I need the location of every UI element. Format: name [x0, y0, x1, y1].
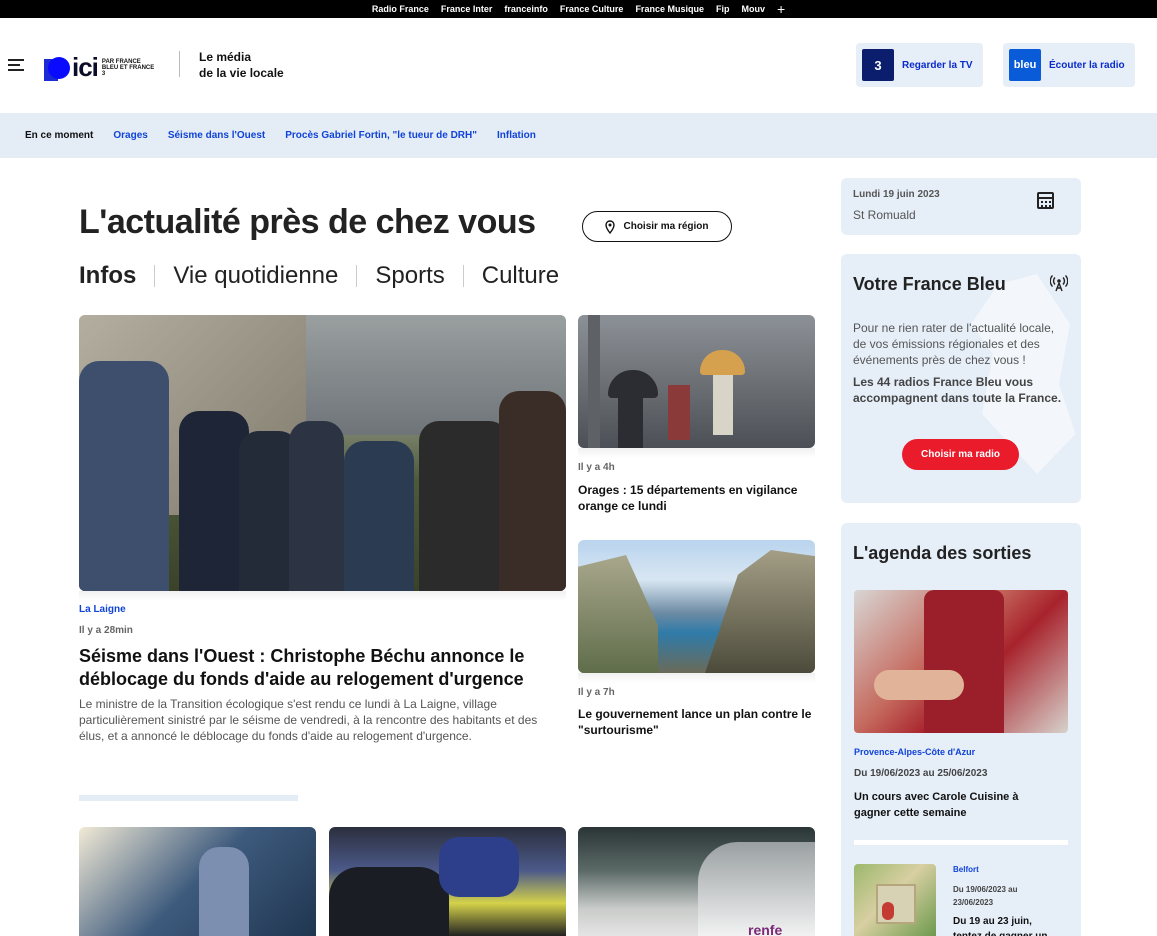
agenda-item-1-image[interactable]: [854, 590, 1068, 733]
page-title: L'actualité près de chez vous: [79, 203, 536, 241]
agenda-item-1-title[interactable]: Un cours avec Carole Cuisine à gagner ce…: [854, 789, 1054, 821]
section-separator: [79, 795, 298, 801]
site-tagline: Le média de la vie locale: [199, 49, 284, 81]
hero-article-location[interactable]: La Laigne: [79, 604, 126, 615]
trending-link-seisme[interactable]: Séisme dans l'Ouest: [168, 130, 265, 141]
network-link-fip[interactable]: Fip: [716, 4, 730, 14]
logo-wordmark: ici: [72, 52, 99, 82]
side-article-1-shadow: [578, 448, 815, 458]
network-link-france-musique[interactable]: France Musique: [635, 4, 704, 14]
choose-radio-button[interactable]: Choisir ma radio: [902, 439, 1019, 470]
trending-bar: En ce moment Orages Séisme dans l'Ouest …: [0, 113, 1157, 158]
header-divider: [179, 51, 180, 77]
calendar-icon: [1037, 192, 1054, 209]
article-card-image-2[interactable]: [329, 827, 566, 936]
agenda-item-2-title[interactable]: Du 19 au 23 juin, tentez de gagner un: [953, 914, 1063, 936]
tab-infos[interactable]: Infos: [79, 264, 154, 288]
france-bleu-highlight: Les 44 radios France Bleu vous accompagn…: [853, 375, 1062, 405]
side-article-2-time: Il y a 7h: [578, 687, 615, 698]
agenda-item-2-region[interactable]: Belfort: [953, 865, 979, 874]
side-article-2-image[interactable]: [578, 540, 815, 673]
watch-tv-label: Regarder la TV: [902, 59, 973, 71]
network-link-radio-france[interactable]: Radio France: [372, 4, 429, 14]
side-article-1-image[interactable]: [578, 315, 815, 448]
listen-radio-label: Écouter la radio: [1049, 59, 1125, 71]
agenda-item-2-dates: Du 19/06/2023 au 23/06/2023: [953, 885, 1018, 907]
tab-sports[interactable]: Sports: [356, 264, 462, 288]
trending-link-proces[interactable]: Procès Gabriel Fortin, "le tueur de DRH": [285, 130, 477, 141]
network-link-france-culture[interactable]: France Culture: [560, 4, 624, 14]
category-tabs: Infos Vie quotidienne Sports Culture: [79, 264, 577, 288]
side-article-2-shadow: [578, 673, 815, 683]
article-card-image-1[interactable]: [79, 827, 316, 936]
radio-france-network-bar: Radio France France Inter franceinfo Fra…: [0, 0, 1157, 18]
agenda-item-1-dates: Du 19/06/2023 au 25/06/2023: [854, 768, 988, 779]
agenda-item-2-image[interactable]: [854, 864, 936, 936]
network-link-franceinfo[interactable]: franceinfo: [504, 4, 548, 14]
site-logo[interactable]: ici PAR FRANCE BLEU ET FRANCE 3: [44, 52, 158, 83]
hero-article-title[interactable]: Séisme dans l'Ouest : Christophe Béchu a…: [79, 645, 549, 691]
location-pin-icon: [605, 219, 616, 234]
tab-vie-quotidienne[interactable]: Vie quotidienne: [154, 264, 356, 288]
france-bleu-widget: Votre France Bleu Pour ne rien rater de …: [841, 254, 1081, 503]
trending-link-orages[interactable]: Orages: [113, 130, 147, 141]
trending-label: En ce moment: [25, 130, 94, 141]
network-link-mouv[interactable]: Mouv: [741, 4, 765, 14]
agenda-divider: [854, 840, 1068, 845]
hero-image-shadow: [79, 591, 566, 601]
agenda-widget: L'agenda des sorties Provence-Alpes-Côte…: [841, 523, 1081, 936]
side-article-2-title[interactable]: Le gouvernement lance un plan contre le …: [578, 706, 813, 738]
france-bleu-title: Votre France Bleu: [853, 274, 1006, 294]
train-livery-mark: renfe: [748, 922, 783, 936]
watch-tv-button[interactable]: 3 Regarder la TV: [856, 43, 983, 87]
broadcast-antenna-icon: [1049, 274, 1069, 295]
article-card-image-3[interactable]: renfe: [578, 827, 815, 936]
choose-region-button[interactable]: Choisir ma région: [582, 211, 732, 242]
hero-article-time: Il y a 28min: [79, 625, 133, 636]
tagline-line-2: de la vie locale: [199, 66, 284, 80]
plus-icon[interactable]: +: [777, 2, 785, 16]
france-bleu-icon: bleu: [1009, 49, 1041, 81]
hero-article-description: Le ministre de la Transition écologique …: [79, 697, 538, 743]
logo-mark: [44, 55, 70, 81]
side-article-1-time: Il y a 4h: [578, 462, 615, 473]
date-widget: Lundi 19 juin 2023 St Romuald: [841, 178, 1081, 235]
saint-of-the-day: St Romuald: [853, 208, 916, 222]
site-header: ici PAR FRANCE BLEU ET FRANCE 3 Le média…: [0, 18, 1157, 113]
logo-subtitle: PAR FRANCE BLEU ET FRANCE 3: [101, 58, 155, 77]
tagline-line-1: Le média: [199, 50, 252, 64]
france3-icon: 3: [862, 49, 894, 81]
network-link-france-inter[interactable]: France Inter: [441, 4, 493, 14]
listen-radio-button[interactable]: bleu Écouter la radio: [1003, 43, 1135, 87]
choose-region-label: Choisir ma région: [623, 221, 709, 232]
trending-link-inflation[interactable]: Inflation: [497, 130, 536, 141]
agenda-title: L'agenda des sorties: [853, 543, 1032, 563]
france-bleu-description: Pour ne rien rater de l'actualité locale…: [853, 321, 1055, 367]
hero-article-image[interactable]: [79, 315, 566, 591]
agenda-item-1-region[interactable]: Provence-Alpes-Côte d'Azur: [854, 747, 975, 757]
menu-icon[interactable]: [8, 59, 24, 73]
tab-culture[interactable]: Culture: [462, 264, 577, 288]
side-article-1-title[interactable]: Orages : 15 départements en vigilance or…: [578, 482, 808, 514]
